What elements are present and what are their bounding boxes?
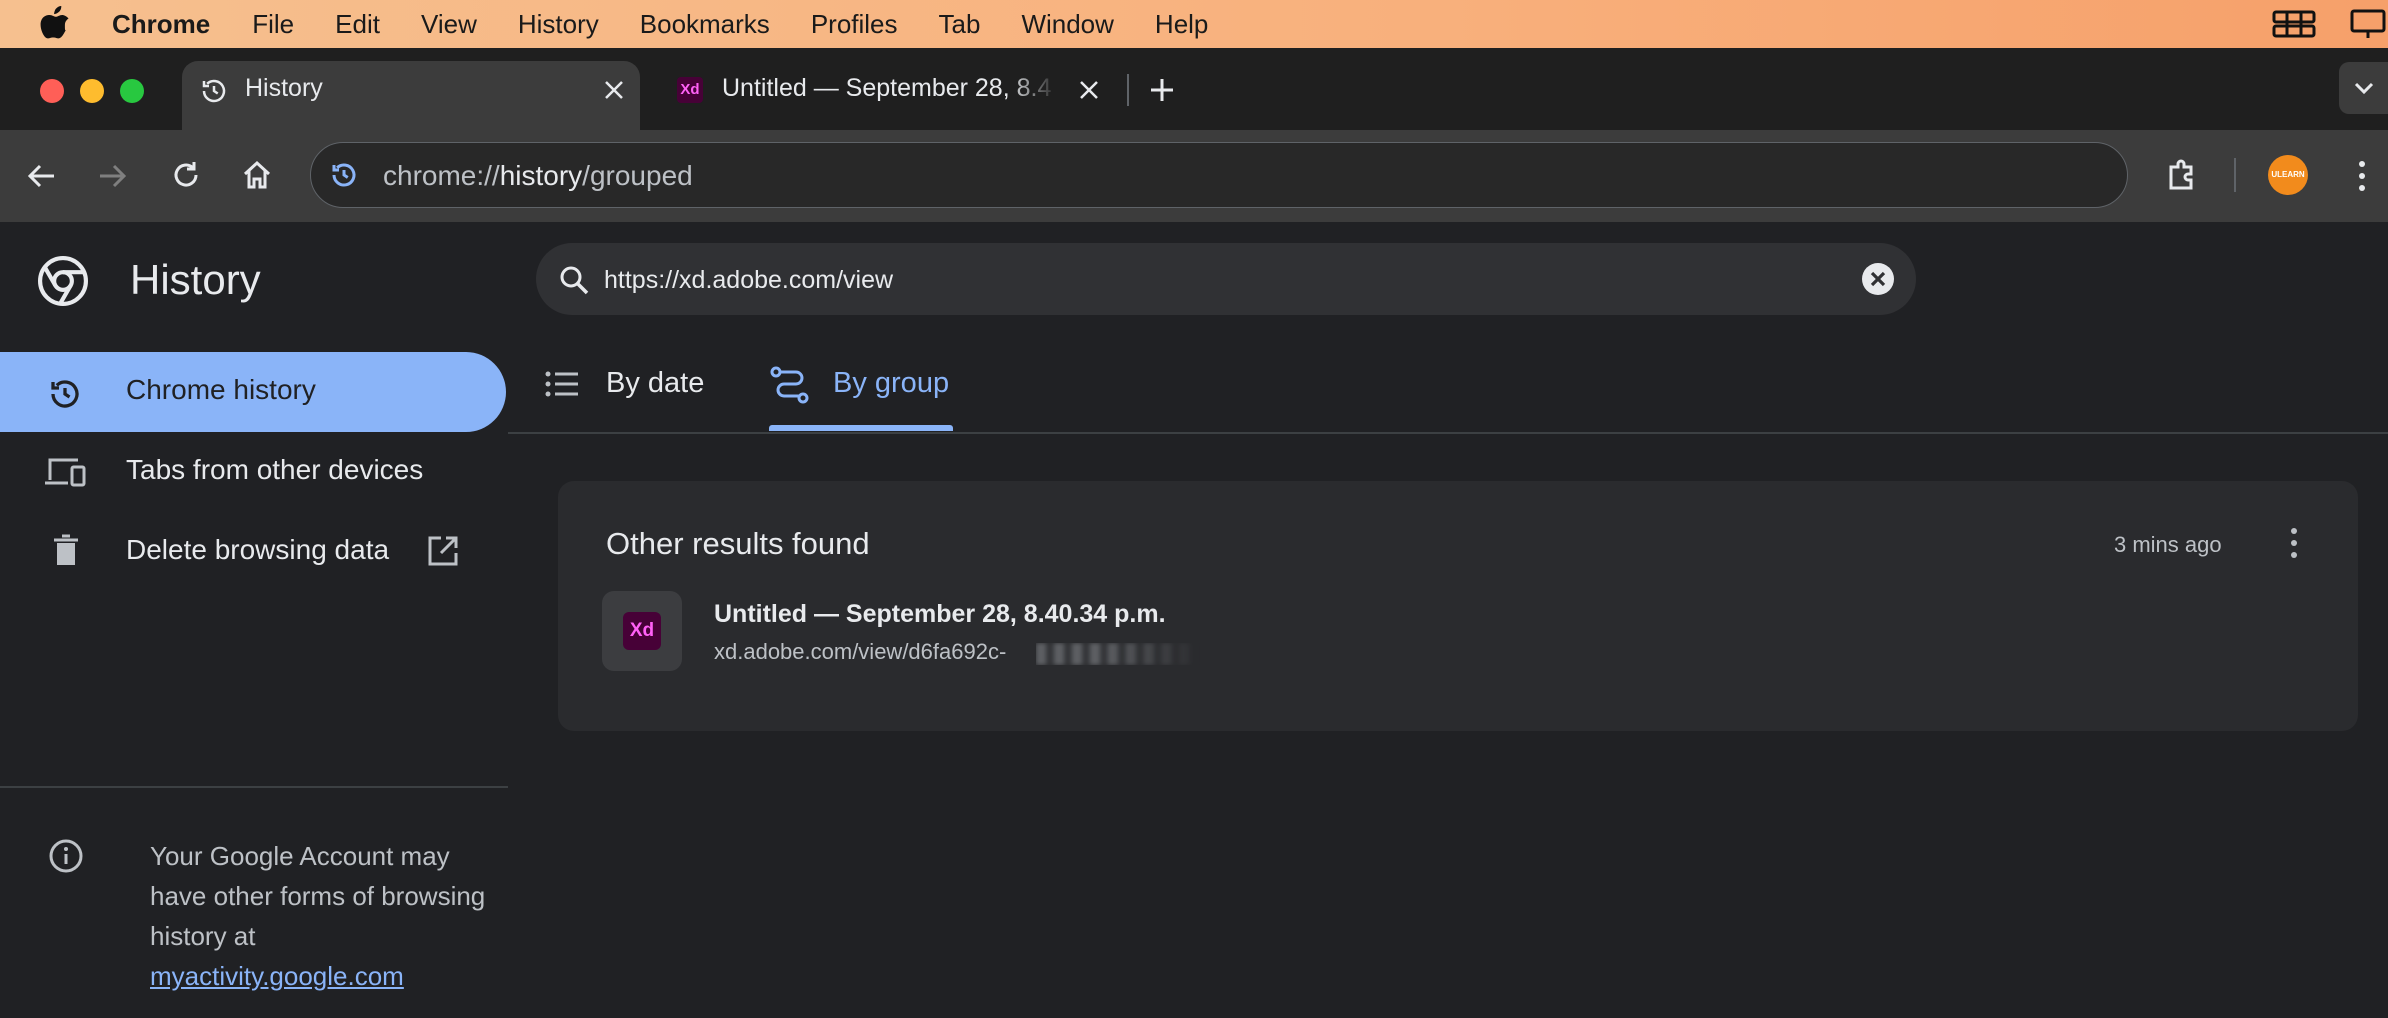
url-host: history — [499, 160, 583, 191]
new-tab-plus-icon[interactable] — [1148, 76, 1176, 104]
forward-arrow-icon[interactable] — [96, 160, 128, 192]
tab-title-xd[interactable]: Untitled — September 28, 8.4 — [722, 74, 1058, 103]
taskbar-stack-icon[interactable] — [2272, 8, 2316, 40]
tab-label-by-date: By date — [606, 367, 705, 399]
tab-divider — [1127, 74, 1129, 106]
adobe-xd-icon: Xd — [677, 77, 703, 103]
entry-url-row: xd.adobe.com/view/d6fa692c- — [714, 639, 1201, 669]
home-icon[interactable] — [241, 159, 273, 191]
tab-title-history: History — [245, 74, 323, 102]
open-in-new-icon — [428, 536, 458, 566]
trash-icon — [54, 534, 78, 565]
history-icon — [332, 163, 356, 187]
url-prefix: chrome:// — [383, 160, 500, 191]
tabs-divider — [508, 432, 2388, 434]
display-icon[interactable] — [2350, 8, 2386, 40]
menu-help[interactable]: Help — [1155, 9, 1208, 40]
redacted-url-segment — [1036, 643, 1201, 665]
results-time: 3 mins ago — [2114, 532, 2222, 557]
close-icon[interactable] — [603, 79, 625, 101]
history-search-box — [536, 243, 1916, 317]
close-icon[interactable] — [1078, 79, 1100, 101]
tab-search-button[interactable] — [2339, 62, 2388, 114]
window-close-button[interactable] — [40, 79, 64, 103]
reload-icon[interactable] — [170, 159, 202, 191]
favicon-tile: Xd — [602, 591, 682, 671]
entry-title: Untitled — September 28, 8.40.34 p.m. — [714, 600, 1166, 628]
adobe-xd-icon: Xd — [623, 612, 661, 650]
results-card: Other results found 3 mins ago Xd Untitl… — [558, 481, 2358, 731]
window-zoom-button[interactable] — [120, 79, 144, 103]
devices-icon — [45, 458, 86, 487]
extensions-puzzle-icon[interactable] — [2165, 159, 2199, 193]
address-bar[interactable]: chrome://history/grouped — [310, 142, 2128, 208]
menu-tab[interactable]: Tab — [939, 9, 981, 40]
menu-history[interactable]: History — [518, 9, 599, 40]
menu-view[interactable]: View — [421, 9, 477, 40]
entry-url: xd.adobe.com/view/d6fa692c- — [714, 639, 1007, 664]
url-path: /grouped — [582, 160, 693, 191]
search-input[interactable] — [602, 243, 1806, 317]
active-tab-indicator — [769, 425, 953, 431]
toolbar-divider — [2234, 158, 2236, 192]
back-arrow-icon[interactable] — [26, 160, 58, 192]
menu-app-name[interactable]: Chrome — [112, 9, 210, 40]
info-icon — [49, 839, 83, 873]
clear-search-icon[interactable] — [1860, 261, 1896, 297]
sidebar-divider — [0, 786, 508, 788]
footer-text: Your Google Account may have other forms… — [150, 841, 486, 951]
chevron-down-icon — [2354, 82, 2374, 95]
menu-profiles[interactable]: Profiles — [811, 9, 898, 40]
macos-menu-bar: Chrome File Edit View History Bookmarks … — [0, 0, 2388, 48]
tab-label-by-group: By group — [833, 367, 950, 399]
menu-bookmarks[interactable]: Bookmarks — [640, 9, 770, 40]
list-item[interactable]: Xd Untitled — September 28, 8.40.34 p.m.… — [574, 581, 2344, 687]
menu-edit[interactable]: Edit — [335, 9, 380, 40]
sidebar-item-label: Chrome history — [126, 374, 316, 405]
sidebar-footer-note: Your Google Account may have other forms… — [150, 836, 490, 996]
menu-file[interactable]: File — [252, 9, 294, 40]
more-vertical-icon[interactable] — [2284, 526, 2304, 560]
myactivity-link[interactable]: myactivity.google.com — [150, 961, 404, 991]
avatar[interactable]: ULEARN — [2268, 155, 2308, 195]
address-url: chrome://history/grouped — [383, 160, 693, 192]
page-title: History — [130, 256, 261, 303]
history-icon — [51, 380, 79, 408]
more-vertical-icon[interactable] — [2352, 159, 2372, 193]
window-minimize-button[interactable] — [80, 79, 104, 103]
history-icon — [202, 79, 226, 103]
apple-logo-icon[interactable] — [38, 6, 72, 42]
chrome-logo-icon — [38, 256, 88, 306]
sidebar-item-label: Tabs from other devices — [126, 454, 424, 485]
group-journey-icon — [770, 366, 809, 404]
sidebar-item-label: Delete browsing data — [126, 534, 390, 565]
results-heading: Other results found — [606, 526, 870, 561]
menu-window[interactable]: Window — [1021, 9, 1113, 40]
list-icon — [545, 371, 578, 397]
search-icon — [560, 266, 589, 295]
